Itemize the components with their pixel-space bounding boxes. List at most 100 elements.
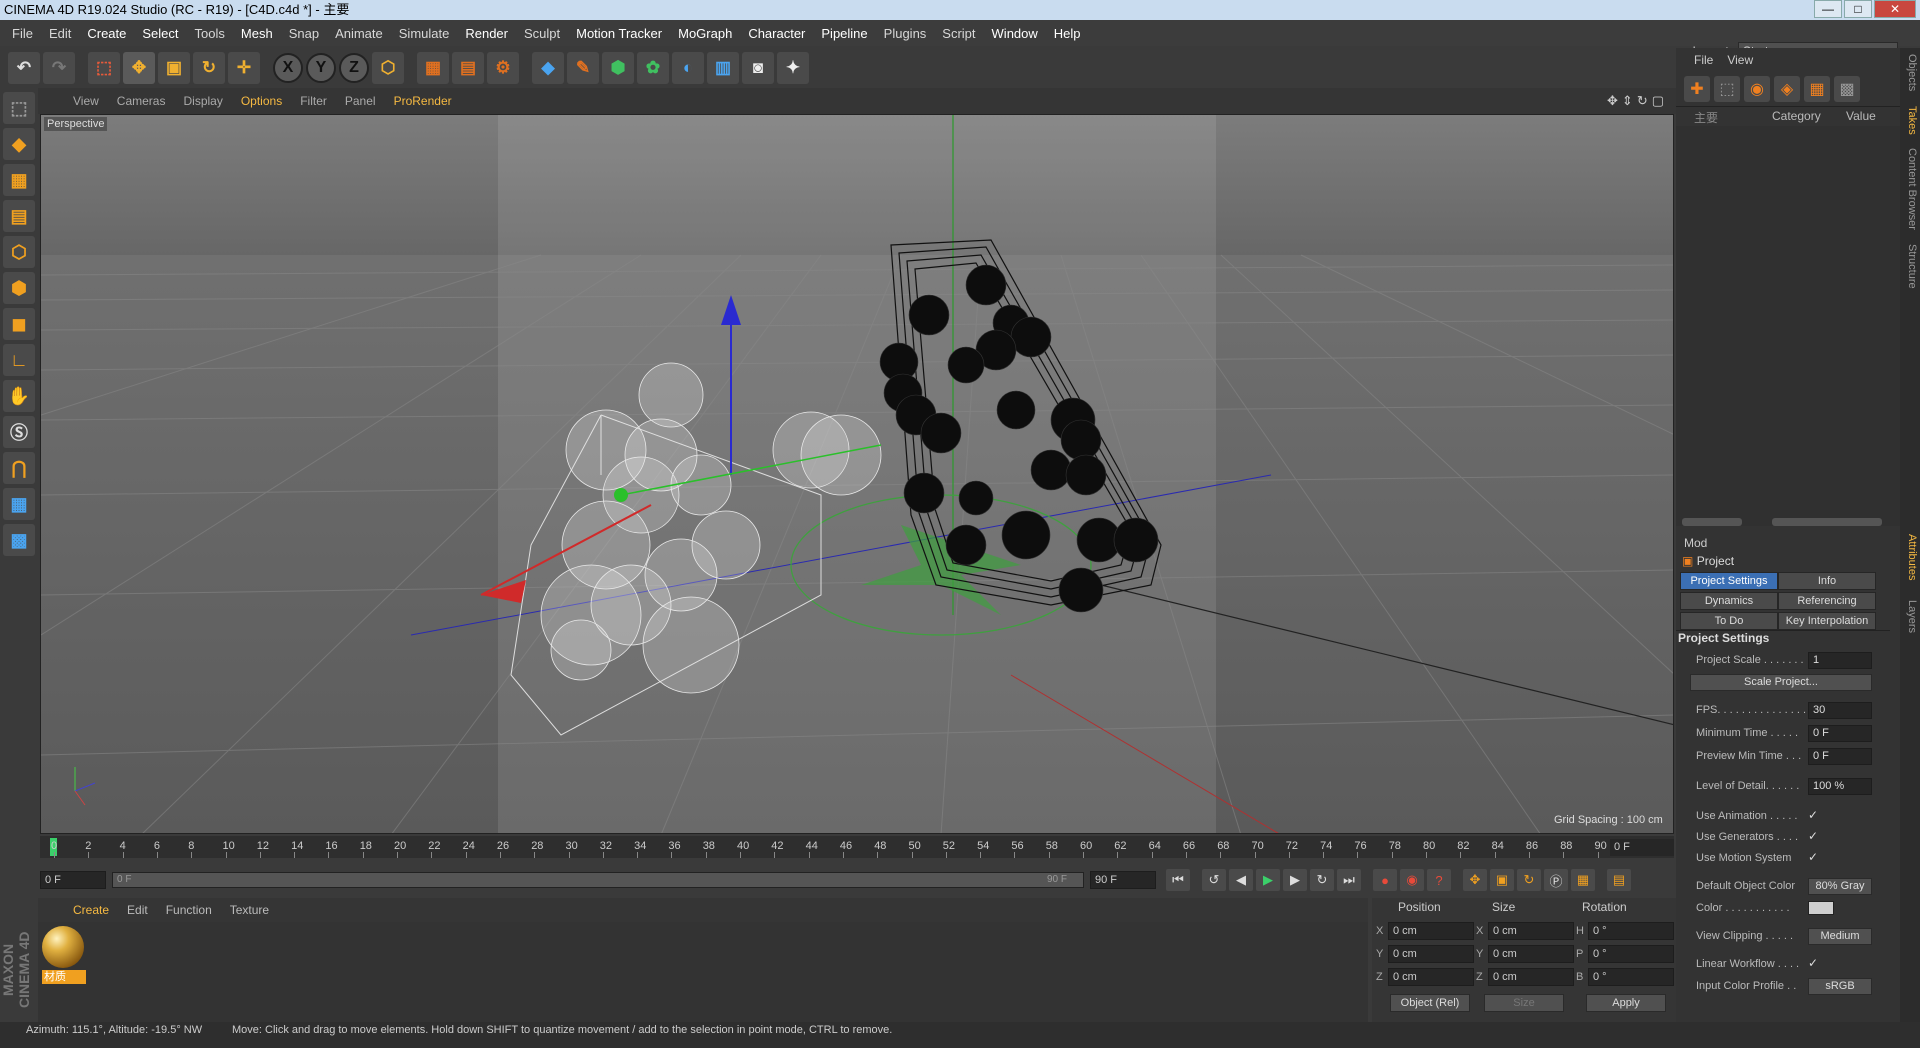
take-filter-icon[interactable]: ▩	[1834, 76, 1860, 102]
rotation-b-field[interactable]: 0 °	[1588, 968, 1674, 986]
viewport-menu-view[interactable]: View	[64, 94, 108, 108]
play-forward-icon[interactable]: ▶	[1256, 869, 1280, 891]
menu-file[interactable]: File	[4, 26, 41, 41]
viewport-menu-options[interactable]: Options	[232, 94, 291, 108]
tab-structure[interactable]: Structure	[1902, 244, 1918, 289]
planar-workplane-icon[interactable]: ▩	[3, 524, 35, 556]
next-frame-icon[interactable]: ▶	[1283, 869, 1307, 891]
material-menu-edit[interactable]: Edit	[118, 903, 157, 917]
recent-tool-icon[interactable]: ✛	[228, 52, 260, 84]
level-of-detail-field[interactable]: 100 %	[1808, 778, 1872, 795]
record-position-icon[interactable]: ✥	[1463, 869, 1487, 891]
texture-mode-icon[interactable]: ▦	[3, 164, 35, 196]
render-to-picture-viewer-icon[interactable]: ▤	[452, 52, 484, 84]
axis-mode-icon[interactable]: ∟	[3, 344, 35, 376]
material-menu-texture[interactable]: Texture	[221, 903, 278, 917]
end-frame-field[interactable]: 90 F	[1090, 871, 1156, 889]
menu-render[interactable]: Render	[457, 26, 516, 41]
apply-button[interactable]: Apply	[1586, 994, 1666, 1012]
use-generators-checkbox[interactable]: ✓	[1808, 829, 1822, 843]
light-icon[interactable]: ✦	[777, 52, 809, 84]
go-to-end-icon[interactable]: ⏭	[1337, 869, 1361, 891]
live-selection-icon[interactable]: ⬚	[88, 52, 120, 84]
menu-help[interactable]: Help	[1046, 26, 1089, 41]
z-axis-lock-icon[interactable]: Z	[339, 53, 369, 83]
edges-mode-icon[interactable]: ⬢	[3, 272, 35, 304]
menu-plugins[interactable]: Plugins	[876, 26, 935, 41]
size-y-field[interactable]: 0 cm	[1488, 945, 1574, 963]
viewport-menu-prorender[interactable]: ProRender	[385, 94, 461, 108]
scale-project-button[interactable]: Scale Project...	[1690, 674, 1872, 691]
move-icon[interactable]: ✥	[123, 52, 155, 84]
tab-key-interpolation[interactable]: Key Interpolation	[1778, 612, 1876, 630]
polygons-mode-icon[interactable]: ◼	[3, 308, 35, 340]
coordinate-system-icon[interactable]: ⬡	[372, 52, 404, 84]
cloner-icon[interactable]: ✿	[637, 52, 669, 84]
color-swatch[interactable]	[1808, 901, 1834, 915]
record-parameter-icon[interactable]: Ⓟ	[1544, 869, 1568, 891]
auto-take-icon[interactable]: ◉	[1744, 76, 1770, 102]
object-menu-file[interactable]: File	[1694, 53, 1713, 67]
attribute-mode-menu[interactable]: Mod	[1684, 536, 1707, 550]
menu-window[interactable]: Window	[984, 26, 1046, 41]
size-x-field[interactable]: 0 cm	[1488, 922, 1574, 940]
viewport-menu-panel[interactable]: Panel	[336, 94, 385, 108]
menu-select[interactable]: Select	[134, 26, 186, 41]
linear-workflow-checkbox[interactable]: ✓	[1808, 956, 1822, 970]
menu-sculpt[interactable]: Sculpt	[516, 26, 568, 41]
go-to-start-icon[interactable]: ⏮	[1166, 869, 1190, 891]
keyframe-selection-icon[interactable]: ?	[1427, 869, 1451, 891]
scrollbar-right[interactable]	[1772, 518, 1882, 526]
object-tree[interactable]	[1676, 126, 1900, 526]
viewport-menu-filter[interactable]: Filter	[291, 94, 336, 108]
use-motion-system-checkbox[interactable]: ✓	[1808, 850, 1822, 864]
minimum-time-field[interactable]: 0 F	[1808, 725, 1872, 742]
pen-spline-icon[interactable]: ✎	[567, 52, 599, 84]
tab-objects[interactable]: Objects	[1902, 54, 1918, 91]
tab-attributes[interactable]: Attributes	[1902, 534, 1918, 580]
timeline-ruler[interactable]: 0 2 4 6 8 10 12 14 16 18 20 22 24 26 28 30 32 34 36 38 40 42 4…	[40, 836, 1674, 858]
rotate-icon[interactable]: ↻	[193, 52, 225, 84]
default-object-color-dropdown[interactable]: 80% Gray	[1808, 878, 1872, 895]
tab-referencing[interactable]: Referencing	[1778, 592, 1876, 610]
render-take-icon[interactable]: ▦	[1804, 76, 1830, 102]
tab-content-browser[interactable]: Content Browser	[1902, 148, 1918, 230]
scrollbar-left[interactable]	[1682, 518, 1742, 526]
scale-icon[interactable]: ▣	[158, 52, 190, 84]
menu-snap[interactable]: Snap	[281, 26, 327, 41]
subdivision-surface-icon[interactable]: ⬢	[602, 52, 634, 84]
previous-frame-icon[interactable]: ◀	[1229, 869, 1253, 891]
lock-override-icon[interactable]: ◈	[1774, 76, 1800, 102]
tab-layers[interactable]: Layers	[1902, 600, 1918, 633]
redo-icon[interactable]: ↷	[43, 52, 75, 84]
perspective-viewport[interactable]	[40, 114, 1674, 834]
menu-create[interactable]: Create	[79, 26, 134, 41]
tab-dynamics[interactable]: Dynamics	[1680, 592, 1778, 610]
floor-icon[interactable]: ▥	[707, 52, 739, 84]
view-clipping-dropdown[interactable]: Medium	[1808, 928, 1872, 945]
object-menu-view[interactable]: View	[1727, 53, 1753, 67]
model-mode-icon[interactable]: ◆	[3, 128, 35, 160]
make-editable-icon[interactable]: ⬚	[3, 92, 35, 124]
menu-motion-tracker[interactable]: Motion Tracker	[568, 26, 670, 41]
input-color-profile-dropdown[interactable]: sRGB	[1808, 978, 1872, 995]
position-x-field[interactable]: 0 cm	[1388, 922, 1474, 940]
start-frame-field[interactable]: 0 F	[40, 871, 106, 889]
viewport-menu-cameras[interactable]: Cameras	[108, 94, 175, 108]
close-button[interactable]: ✕	[1874, 0, 1916, 18]
snap-icon[interactable]: ⋂	[3, 452, 35, 484]
current-frame-field[interactable]: 0 F	[1610, 839, 1674, 856]
menu-edit[interactable]: Edit	[41, 26, 79, 41]
material-menu-function[interactable]: Function	[157, 903, 221, 917]
camera-icon[interactable]: ◙	[742, 52, 774, 84]
coordinate-mode-dropdown[interactable]: Object (Rel)	[1390, 994, 1470, 1012]
menu-mesh[interactable]: Mesh	[233, 26, 281, 41]
lock-workplane-icon[interactable]: ▦	[3, 488, 35, 520]
material-manager-area[interactable]	[38, 922, 1368, 1022]
record-point-level-icon[interactable]: ▦	[1571, 869, 1595, 891]
timeline-window-icon[interactable]: ▤	[1607, 869, 1631, 891]
render-settings-icon[interactable]: ⚙	[487, 52, 519, 84]
tab-project-settings[interactable]: Project Settings	[1680, 572, 1778, 590]
autokeying-icon[interactable]: ◉	[1400, 869, 1424, 891]
use-animation-checkbox[interactable]: ✓	[1808, 808, 1822, 822]
